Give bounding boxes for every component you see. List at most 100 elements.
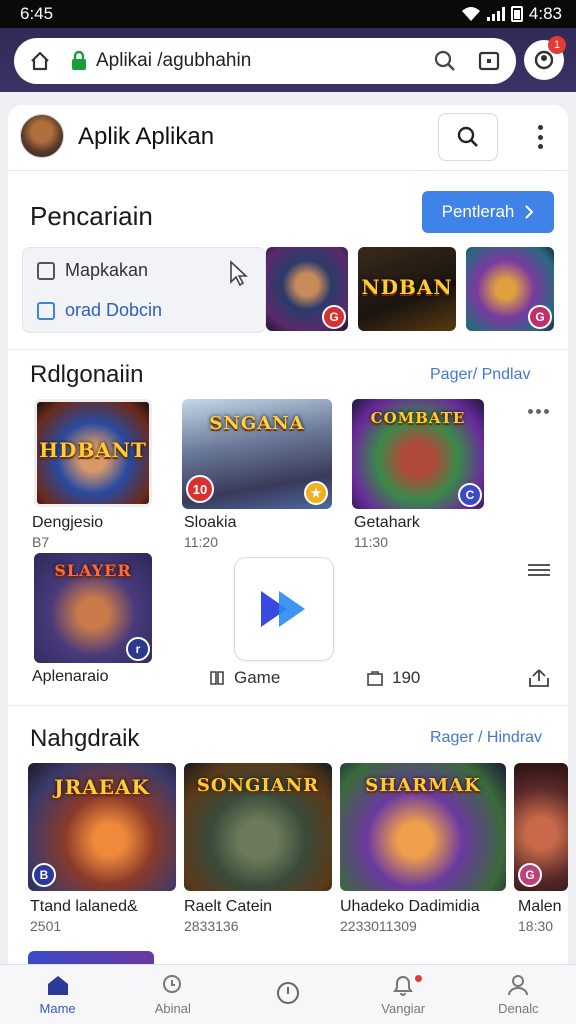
game-art-title: SONGIANR [196, 775, 320, 796]
lock-icon [68, 47, 90, 75]
nav-item-profile[interactable]: Denalc [461, 965, 576, 1024]
search-icon [457, 126, 478, 147]
featured-game-card[interactable]: G [266, 247, 348, 331]
clock-icon [277, 981, 299, 1004]
game-art-title: JRAEAK [54, 775, 150, 799]
tile-stat-label: Game [234, 668, 281, 687]
bag-icon [367, 671, 383, 686]
game-title[interactable]: Sloakia [184, 514, 236, 532]
status-icons: 4:83 [461, 4, 562, 24]
game-meta: B7 [32, 534, 50, 550]
game-art-title: NDBAN [361, 275, 453, 299]
browser-toolbar: Aplikai /agubhahin 1 [0, 28, 576, 92]
game-card-image[interactable]: G [514, 763, 568, 891]
game-meta: 2501 [30, 918, 62, 934]
chevron-right-icon [525, 205, 534, 219]
book-icon [210, 671, 224, 685]
game-card-image[interactable] [28, 951, 154, 965]
address-bar[interactable]: Aplikai /agubhahin [14, 38, 516, 84]
star-badge-icon: ★ [304, 481, 328, 505]
popular-see-all-link[interactable]: Rager / Hindrav [430, 729, 542, 747]
cursor-icon [230, 260, 249, 286]
nav-label: Mame [39, 1001, 76, 1016]
nav-item-clock[interactable] [230, 965, 345, 1024]
profile-button[interactable]: 1 [524, 36, 566, 80]
game-card-image[interactable]: COMBATE C [352, 399, 484, 509]
game-art-title: SHARMAK [365, 775, 481, 796]
home-icon[interactable] [26, 47, 54, 75]
home-icon [47, 976, 68, 995]
nav-item-search[interactable]: Abinal [115, 965, 230, 1024]
game-title[interactable]: Malen [518, 898, 562, 916]
checkbox-icon [37, 301, 55, 320]
checkbox-icon [37, 261, 55, 280]
search-icon [162, 975, 181, 993]
game-title[interactable]: Aplenaraio [32, 668, 109, 686]
wifi-icon [461, 7, 480, 21]
filter-label: Mapkakan [65, 260, 149, 280]
game-art-title: COMBATE [370, 409, 466, 427]
featured-game-card[interactable]: NDBAN [358, 247, 456, 331]
game-card-image[interactable]: SNGANA 10 ★ [182, 399, 332, 509]
status-time: 6:45 [20, 4, 54, 23]
avatar[interactable] [20, 114, 64, 158]
nav-item-home[interactable]: Mame [0, 965, 115, 1024]
game-badge-icon: G [518, 863, 542, 887]
tile-stat-label: 190 [392, 668, 421, 687]
game-art-title: HDBANT [39, 438, 147, 462]
tile-stat-count: 190 [366, 668, 420, 688]
nav-item-notifications[interactable]: Vangiar [346, 965, 461, 1024]
play-store-tile[interactable] [234, 557, 334, 661]
app-title: Aplik Aplikan [78, 123, 215, 150]
tile-stat-game: Game [208, 668, 280, 688]
game-title[interactable]: Getahark [354, 514, 420, 532]
game-title[interactable]: Raelt Catein [184, 898, 272, 916]
popular-section-title: Nahgdraik [30, 725, 140, 752]
search-button[interactable] [438, 113, 498, 161]
recommend-see-all-link[interactable]: Pager/ Pndlav [430, 366, 531, 384]
recommend-section-title: Rdlgonaiin [30, 361, 144, 388]
notification-dot [414, 975, 422, 982]
tabs-icon[interactable] [474, 46, 504, 76]
url-text: Aplikai /agubhahin [96, 50, 252, 71]
game-card-image[interactable]: JRAEAK B [28, 763, 176, 891]
game-meta: 11:20 [184, 534, 218, 550]
filter-option[interactable]: orad Dobcin [37, 300, 162, 321]
filter-option[interactable]: Mapkakan [37, 260, 148, 281]
play-logo-icon [261, 591, 305, 627]
status-bar: 6:45 4:83 [0, 0, 576, 28]
signal-icon [486, 7, 505, 21]
app-header: Aplik Aplikan [8, 105, 568, 171]
more-horizontal-icon[interactable] [528, 409, 549, 414]
game-card-image[interactable]: SHARMAK [340, 763, 506, 891]
search-section-title: Pencariain [30, 201, 153, 231]
game-meta: 18:30 [518, 918, 554, 934]
filter-label: orad Dobcin [65, 300, 163, 320]
search-cta-button[interactable]: Pentlerah [422, 191, 554, 233]
game-badge-icon: G [322, 305, 346, 329]
more-options-icon[interactable] [528, 121, 552, 153]
nav-label: Denalc [498, 1001, 539, 1016]
share-icon[interactable] [528, 668, 550, 688]
game-art-title: SNGANA [209, 413, 305, 434]
nav-label: Vangiar [381, 1001, 426, 1016]
game-title[interactable]: Uhadeko Dadimidia [340, 898, 480, 916]
status-right-text: 4:83 [528, 4, 562, 23]
filter-panel: Mapkakan orad Dobcin [22, 247, 266, 333]
game-art-title: SLAYER [54, 561, 132, 580]
game-meta: 11:30 [354, 534, 388, 550]
game-meta: 2833136 [184, 918, 239, 934]
search-icon[interactable] [430, 46, 460, 76]
featured-game-card[interactable]: G [466, 247, 554, 331]
game-card-image[interactable]: SONGIANR [184, 763, 332, 891]
section-divider [8, 349, 568, 350]
app-page: Aplik Aplikan Pencariain Pentlerah Mapka… [8, 105, 568, 1024]
game-meta: 2233011309 [340, 918, 417, 934]
game-title[interactable]: Dengjesio [32, 514, 103, 532]
game-title[interactable]: Ttand lalaned& [30, 898, 138, 916]
game-card-image[interactable]: SLAYER r [34, 553, 152, 663]
game-card-image[interactable]: HDBANT [34, 399, 152, 507]
game-badge-icon: C [458, 483, 482, 507]
menu-icon[interactable] [526, 561, 552, 579]
game-badge-icon: G [528, 305, 552, 329]
